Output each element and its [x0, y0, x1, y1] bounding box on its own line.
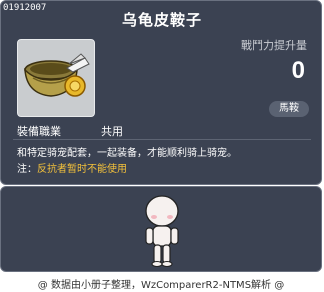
combat-power-label: 戰鬥力提升量 — [241, 39, 307, 52]
turtle-shell-saddle-icon — [24, 53, 90, 97]
avatar-preview-panel — [0, 186, 322, 272]
job-value: 共用 — [101, 125, 123, 138]
divider — [13, 139, 311, 140]
combat-power-value: 0 — [291, 57, 305, 84]
item-icon-frame — [17, 39, 95, 117]
item-note: 注：反抗者暂时不能使用 — [17, 160, 127, 175]
note-prefix: 注： — [17, 164, 37, 175]
footer-credit: @ 数据由小册子整理，WzComparerR2-NTMS解析 @ — [37, 280, 285, 291]
item-type-badge: 馬鞍 — [269, 101, 309, 117]
job-label: 裝備職業 — [17, 125, 61, 138]
note-warning: 反抗者暂时不能使用 — [37, 164, 127, 175]
item-tooltip-panel: 01912007 乌龟皮鞍子 戰鬥力提升量 0 馬鞍 裝備職業 共用 和特定骑宠… — [0, 0, 322, 185]
item-name: 乌龟皮鞍子 — [121, 11, 202, 29]
item-description: 和特定骑宠配套，一起装备，才能顺利骑上骑宠。 — [17, 148, 237, 159]
mannequin-avatar-icon — [145, 195, 179, 268]
